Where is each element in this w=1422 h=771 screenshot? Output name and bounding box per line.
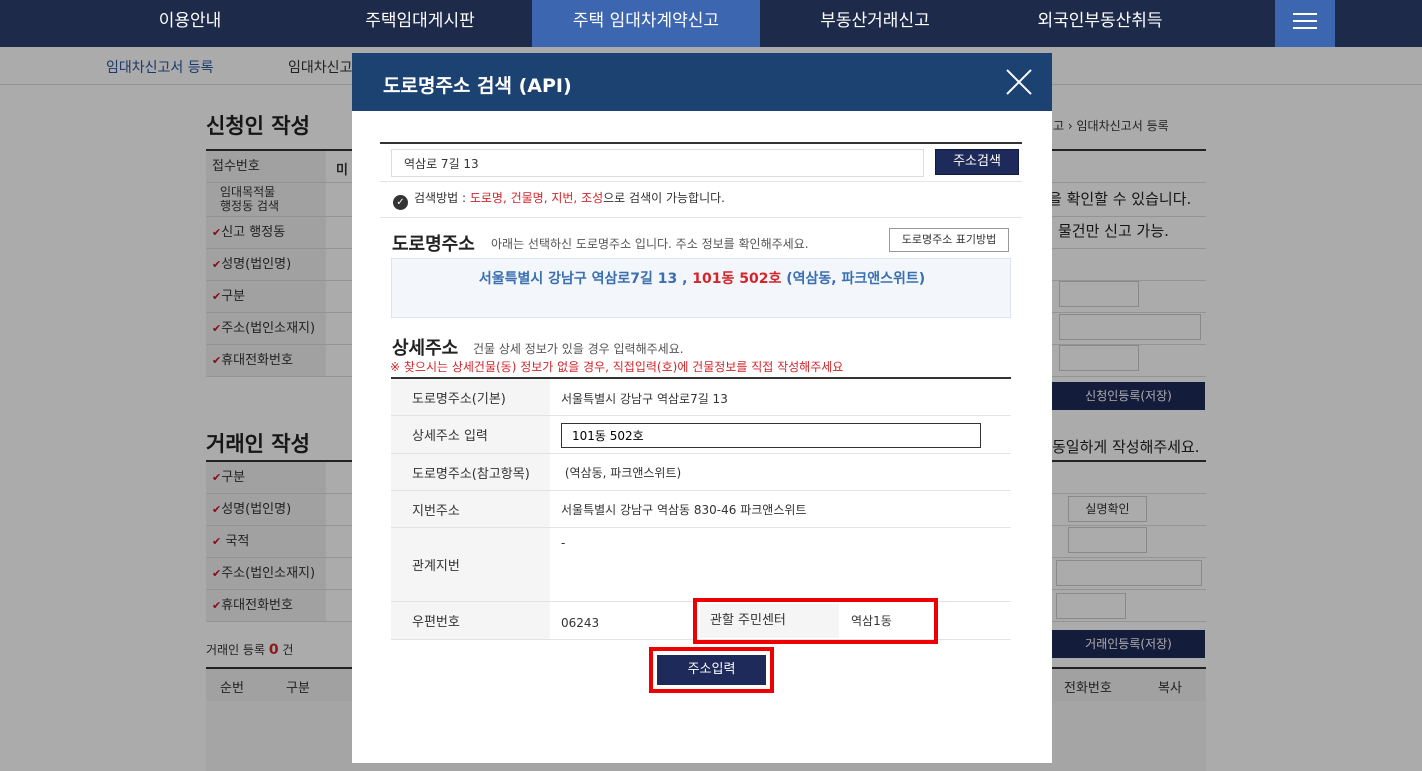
divider — [380, 142, 1022, 144]
highlight-box: 주소입력 — [649, 647, 774, 693]
modal-header: 도로명주소 검색 (API) — [352, 53, 1052, 111]
modal-title: 도로명주소 검색 (API) — [383, 75, 572, 97]
related-jibun-label: 관계지번 — [391, 528, 550, 601]
nav-rental-board[interactable]: 주택임대게시판 — [320, 0, 520, 47]
detail-address-input[interactable] — [561, 423, 981, 448]
nav-foreigner-acquisition[interactable]: 외국인부동산취득 — [1000, 0, 1200, 47]
table-row: 도로명주소(기본) 서울특별시 강남구 역삼로7길 13 — [391, 379, 1011, 416]
nav-real-estate-report[interactable]: 부동산거래신고 — [775, 0, 975, 47]
road-basic-value: 서울특별시 강남구 역삼로7길 13 — [561, 392, 728, 406]
address-search-button[interactable]: 주소검색 — [935, 149, 1019, 175]
road-address-search-modal: 도로명주소 검색 (API) 주소검색 ✓검색방법 : 도로명, 건물명, 지번… — [352, 53, 1052, 763]
jibun-label: 지번주소 — [391, 491, 550, 527]
divider — [380, 217, 1022, 218]
detail-address-description: 건물 상세 정보가 있을 경우 입력해주세요. — [473, 342, 684, 356]
detail-input-label: 상세주소 입력 — [391, 416, 550, 453]
detail-address-warning: ※ 찾으시는 상세건물(동) 정보가 없을 경우, 직접입력(호)에 건물정보를… — [390, 360, 844, 374]
hamburger-menu-icon[interactable] — [1275, 0, 1335, 47]
top-navigation: 이용안내 주택임대게시판 주택 임대차계약신고 부동산거래신고 외국인부동산취득 — [0, 0, 1422, 47]
road-basic-label: 도로명주소(기본) — [391, 379, 550, 415]
table-row: 지번주소 서울특별시 강남구 역삼동 830-46 파크앤스위트 — [391, 491, 1011, 528]
table-row: 도로명주소(참고항목) (역삼동, 파크앤스위트) — [391, 454, 1011, 491]
divider — [380, 181, 1022, 182]
address-detail-table: 도로명주소(기본) 서울특별시 강남구 역삼로7길 13 상세주소 입력 도로명… — [391, 377, 1011, 640]
zip-label: 우편번호 — [391, 602, 550, 639]
road-address-description: 아래는 선택하신 도로명주소 입니다. 주소 정보를 확인해주세요. — [491, 237, 809, 251]
address-submit-button[interactable]: 주소입력 — [657, 655, 766, 685]
zip-value: 06243 — [561, 616, 600, 630]
nav-usage-guide[interactable]: 이용안내 — [100, 0, 280, 47]
table-row: 관계지번 - — [391, 528, 1011, 602]
highlight-box — [693, 598, 938, 644]
check-circle-icon: ✓ — [393, 195, 408, 210]
close-icon[interactable] — [1004, 67, 1034, 97]
jibun-value: 서울특별시 강남구 역삼동 830-46 파크앤스위트 — [561, 503, 807, 517]
search-hint: ✓ 검색방법 : 도로명, 건물명, 지번, 조성으로 검색이 가능합니다. — [393, 189, 725, 210]
selected-address-box: 서울특별시 강남구 역삼로7길 13 , 101동 502호 (역삼동, 파크앤… — [391, 258, 1011, 318]
road-address-title: 도로명주소 — [392, 234, 475, 255]
address-search-input[interactable] — [391, 149, 924, 177]
road-address-format-button[interactable]: 도로명주소 표기방법 — [889, 228, 1009, 252]
nav-lease-report[interactable]: 주택 임대차계약신고 — [532, 0, 760, 47]
road-ref-label: 도로명주소(참고항목) — [391, 454, 550, 490]
selected-address-text: 서울특별시 강남구 역삼로7길 13 , 101동 502호 (역삼동, 파크앤… — [478, 271, 926, 287]
detail-address-title: 상세주소 — [392, 338, 459, 359]
road-ref-value: (역삼동, 파크앤스위트) — [561, 466, 682, 480]
related-jibun-value: - — [561, 536, 566, 550]
table-row: 상세주소 입력 — [391, 416, 1011, 454]
